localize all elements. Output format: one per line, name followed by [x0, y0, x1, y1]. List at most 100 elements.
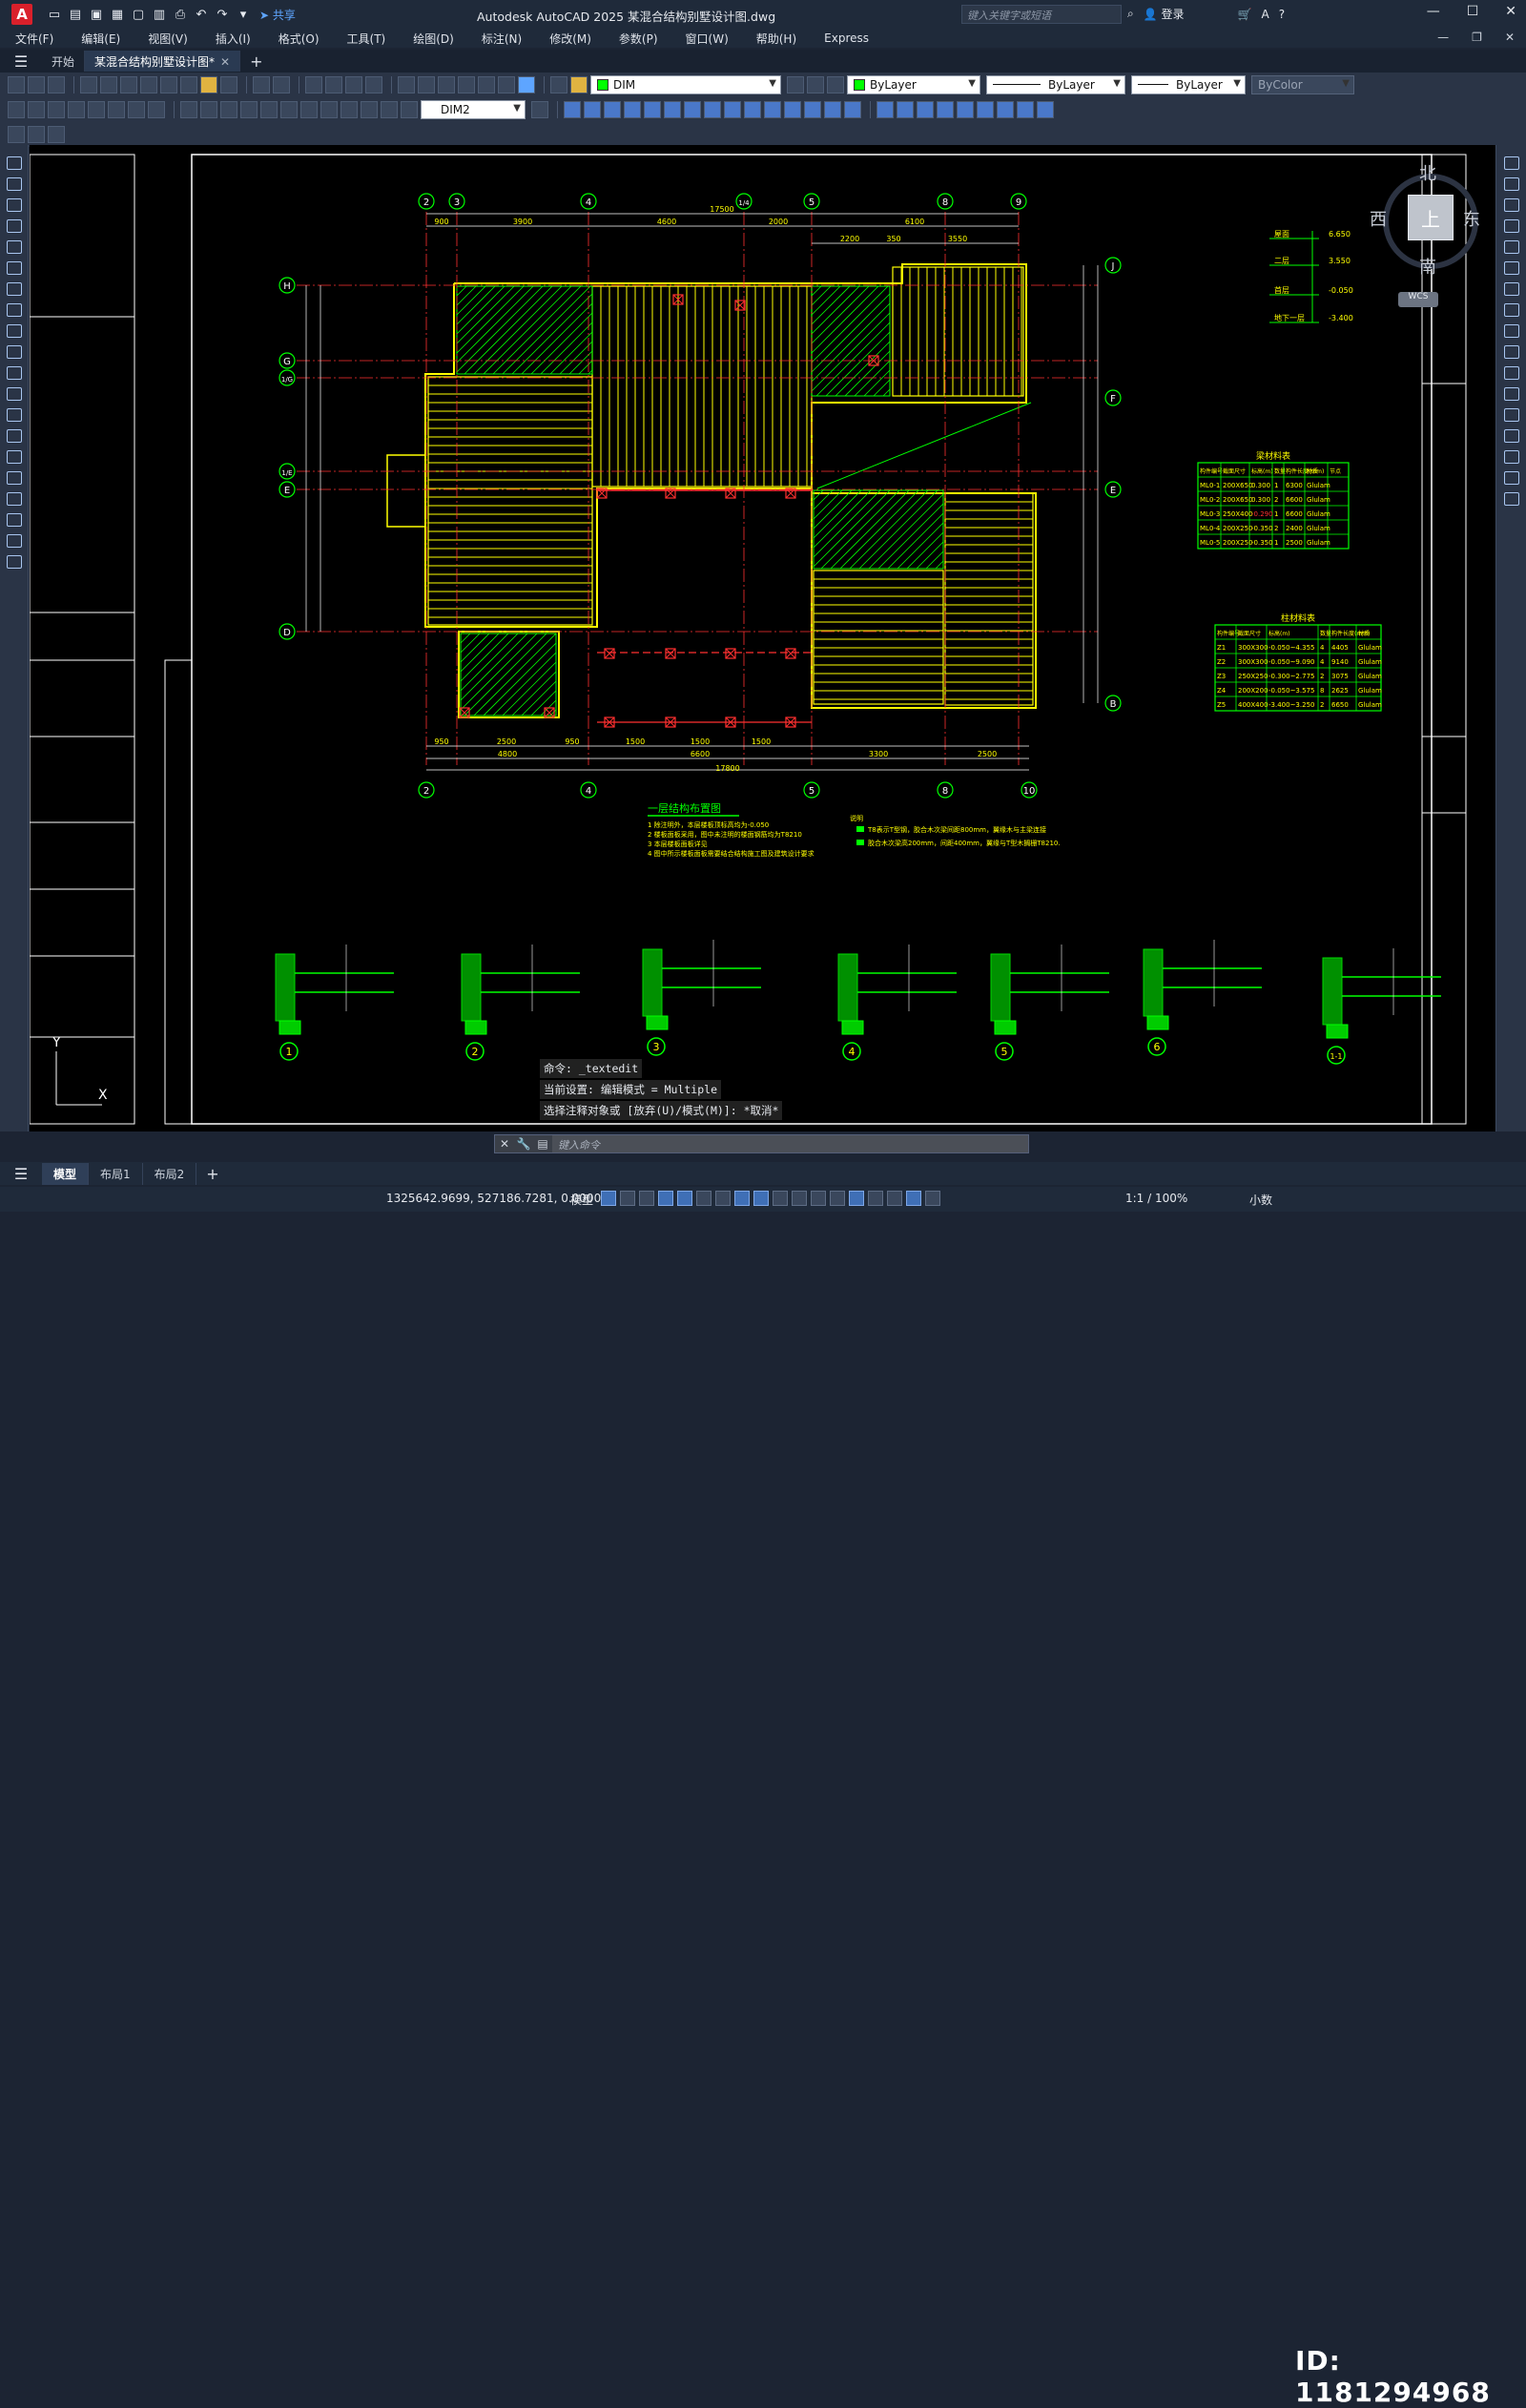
- draw-tool-1-icon[interactable]: [8, 126, 25, 143]
- undo-tool-icon[interactable]: [253, 76, 270, 93]
- grid-display-icon[interactable]: [601, 1191, 616, 1206]
- menu-edit[interactable]: 编辑(E): [81, 31, 120, 47]
- transparency-icon[interactable]: [792, 1191, 807, 1206]
- xref-icon[interactable]: [1017, 101, 1034, 118]
- block-editor-icon[interactable]: [220, 76, 237, 93]
- dim-text-edit-icon[interactable]: [381, 101, 398, 118]
- paste-icon[interactable]: [180, 76, 197, 93]
- coordinates-readout[interactable]: 1325642.9699, 527186.7281, 0.0000: [386, 1192, 601, 1205]
- close-icon[interactable]: ✕: [1505, 4, 1516, 19]
- linetype-dropdown[interactable]: ByLayer ▼: [986, 75, 1125, 94]
- dynamic-input-icon[interactable]: [658, 1191, 673, 1206]
- chamfer-tool-icon[interactable]: [1504, 429, 1519, 443]
- tool-palettes-icon[interactable]: [438, 76, 455, 93]
- infer-constraints-icon[interactable]: [639, 1191, 654, 1206]
- isometric-drafting-icon[interactable]: [715, 1191, 731, 1206]
- array-icon[interactable]: [644, 101, 661, 118]
- share-button[interactable]: ➤ 共享: [259, 7, 296, 23]
- layer-dropdown[interactable]: DIM ▼: [590, 75, 781, 94]
- group-icon[interactable]: [897, 101, 914, 118]
- rotate-icon[interactable]: [684, 101, 701, 118]
- zoom-realtime-icon[interactable]: [325, 76, 342, 93]
- layout-menu-icon[interactable]: ☰: [0, 1165, 42, 1183]
- new-drawing-icon[interactable]: [8, 76, 25, 93]
- polygon-icon[interactable]: [7, 219, 22, 233]
- continue-dim-icon[interactable]: [220, 101, 237, 118]
- annotation-visibility-icon[interactable]: [906, 1191, 921, 1206]
- ortho-mode-icon[interactable]: [677, 1191, 692, 1206]
- markup-icon[interactable]: [478, 76, 495, 93]
- polar-tracking-icon[interactable]: [696, 1191, 711, 1206]
- explode-icon[interactable]: [876, 101, 894, 118]
- copy-object-icon[interactable]: [584, 101, 601, 118]
- join-icon[interactable]: [804, 101, 821, 118]
- spline-icon[interactable]: [7, 324, 22, 338]
- 3d-osnap-icon[interactable]: [830, 1191, 845, 1206]
- baseline-dim-icon[interactable]: [200, 101, 217, 118]
- web-open-icon[interactable]: ▢: [130, 6, 147, 23]
- menu-help[interactable]: 帮助(H): [756, 31, 796, 47]
- layer-properties-icon[interactable]: [550, 76, 567, 93]
- copy-icon[interactable]: [160, 76, 177, 93]
- annotation-scale[interactable]: 1:1 / 100%: [1125, 1192, 1187, 1205]
- scale-icon[interactable]: [704, 101, 721, 118]
- table-icon[interactable]: [7, 513, 22, 527]
- polyline-icon[interactable]: [7, 198, 22, 212]
- construction-line-icon[interactable]: [7, 177, 22, 191]
- inspection-icon[interactable]: [320, 101, 338, 118]
- save-icon[interactable]: ▣: [88, 6, 105, 23]
- doc-restore-icon[interactable]: ❐: [1472, 31, 1482, 44]
- add-selected-icon[interactable]: [7, 555, 22, 569]
- customize-command-icon[interactable]: 🔧: [514, 1137, 533, 1151]
- array-tool-icon[interactable]: [1504, 240, 1519, 254]
- multiline-text-icon[interactable]: [7, 534, 22, 548]
- erase-icon[interactable]: [564, 101, 581, 118]
- object-snap-tracking-icon[interactable]: [734, 1191, 750, 1206]
- autodesk-a360-icon[interactable]: A: [1261, 8, 1268, 21]
- draw-order-icon[interactable]: [937, 101, 954, 118]
- cart-icon[interactable]: 🛒: [1238, 8, 1252, 21]
- jogged-dim-icon[interactable]: [108, 101, 125, 118]
- radius-dim-icon[interactable]: [88, 101, 105, 118]
- help-icon[interactable]: ?: [1279, 8, 1285, 21]
- image-icon[interactable]: [1037, 101, 1054, 118]
- gradient-icon[interactable]: [7, 471, 22, 485]
- trim-tool-icon[interactable]: [1504, 345, 1519, 359]
- drawing-canvas[interactable]: Y X 2 3 4 1/4 5 8 9 2 4 5 8 10 H G 1/G 1/E E D: [30, 145, 1495, 1131]
- open-icon[interactable]: ▤: [67, 6, 84, 23]
- hatch-edit-icon[interactable]: [957, 101, 974, 118]
- insert-block-icon[interactable]: [997, 101, 1014, 118]
- open-drawing-icon[interactable]: [28, 76, 45, 93]
- menu-express[interactable]: Express: [824, 31, 869, 45]
- fillet-icon[interactable]: [844, 101, 861, 118]
- redo-tool-icon[interactable]: [273, 76, 290, 93]
- help-tool-icon[interactable]: [518, 76, 535, 93]
- selection-filter-icon[interactable]: [868, 1191, 883, 1206]
- revision-cloud-icon[interactable]: [7, 303, 22, 317]
- viewcube-top-face[interactable]: 上: [1408, 195, 1454, 240]
- dimstyle-dropdown[interactable]: DIM2 ▼: [421, 100, 526, 119]
- center-mark-icon[interactable]: [300, 101, 318, 118]
- plot-icon[interactable]: ⎙: [172, 6, 189, 23]
- tab-close-icon[interactable]: ✕: [220, 55, 230, 69]
- menu-parametric[interactable]: 参数(P): [619, 31, 658, 47]
- offset-icon[interactable]: [624, 101, 641, 118]
- insert-block-tool-icon[interactable]: [7, 387, 22, 401]
- region-icon[interactable]: [7, 492, 22, 506]
- chamfer-icon[interactable]: [824, 101, 841, 118]
- design-center-icon[interactable]: [418, 76, 435, 93]
- search-icon[interactable]: ⌕: [1127, 7, 1134, 21]
- erase-tool-icon[interactable]: [1504, 156, 1519, 170]
- zoom-previous-icon[interactable]: [365, 76, 382, 93]
- object-snap-icon[interactable]: [753, 1191, 769, 1206]
- move-icon[interactable]: [664, 101, 681, 118]
- viewcube[interactable]: 北 南 东 西 上 WCS: [1370, 164, 1494, 309]
- copy-tool-icon[interactable]: [1504, 177, 1519, 191]
- file-tabs-menu-icon[interactable]: ☰: [0, 52, 42, 71]
- selection-cycling-icon[interactable]: [811, 1191, 826, 1206]
- menu-draw[interactable]: 绘图(D): [413, 31, 454, 47]
- jogged-linear-icon[interactable]: [340, 101, 358, 118]
- hatch-icon[interactable]: [7, 450, 22, 464]
- trim-icon[interactable]: [744, 101, 761, 118]
- snap-mode-icon[interactable]: [620, 1191, 635, 1206]
